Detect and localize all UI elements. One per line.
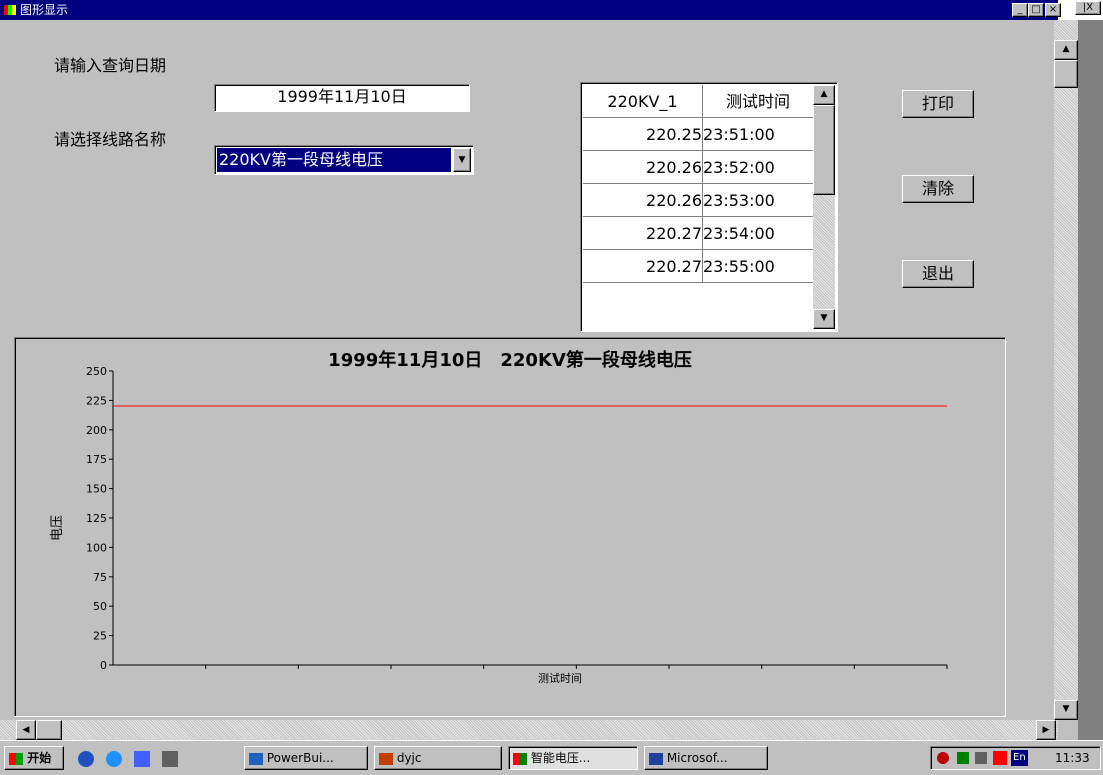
date-label: 请输入查询日期 — [54, 56, 167, 75]
table-row[interactable]: 220.27 23:55:00 — [583, 250, 813, 283]
tray-volume-icon[interactable] — [975, 752, 987, 764]
tray-k-icon[interactable] — [993, 751, 1007, 765]
table-row[interactable]: 220.26 23:53:00 — [583, 184, 813, 217]
line-dropdown[interactable]: 220KV第一段母线电压 ▼ — [214, 145, 474, 175]
y-tick-label: 225 — [86, 394, 107, 407]
task-smart-voltage[interactable]: 智能电压... — [508, 746, 638, 770]
date-value: 1999年11月10日 — [277, 87, 407, 106]
grid-scroll-down-icon[interactable]: ▼ — [813, 309, 835, 329]
y-tick-label: 50 — [93, 600, 107, 613]
clock: 11:33 — [1055, 751, 1090, 765]
chart-title: 1999年11月10日 220KV第一段母线电压 — [328, 349, 692, 371]
tray-speaker-icon[interactable] — [957, 752, 969, 764]
print-button[interactable]: 打印 — [902, 90, 974, 118]
y-tick-label: 150 — [86, 483, 107, 496]
line-selected-value: 220KV第一段母线电压 — [217, 148, 451, 172]
word-icon — [649, 752, 663, 765]
y-tick-label: 175 — [86, 453, 107, 466]
table-row[interactable]: 220.25 23:51:00 — [583, 118, 813, 151]
line-label: 请选择线路名称 — [54, 130, 167, 149]
y-tick-label: 100 — [86, 541, 107, 554]
tray-network-icon[interactable] — [937, 752, 949, 764]
cell-time: 23:51:00 — [703, 118, 813, 151]
y-tick-label: 200 — [86, 424, 107, 437]
background-window-edge — [1078, 20, 1103, 740]
cell-time: 23:55:00 — [703, 250, 813, 283]
window-title: 图形显示 — [20, 3, 69, 17]
maximize-button[interactable]: □ — [1028, 3, 1044, 17]
windows-logo-icon — [9, 752, 23, 765]
table-row[interactable]: 220.26 23:52:00 — [583, 151, 813, 184]
exit-button[interactable]: 退出 — [902, 260, 974, 288]
outer-close-button[interactable]: |X — [1075, 1, 1101, 15]
ie-icon[interactable] — [106, 751, 122, 767]
y-tick-label: 0 — [100, 659, 107, 672]
dyjc-icon — [379, 752, 393, 765]
scroll-corner — [1058, 720, 1078, 740]
data-grid[interactable]: 220KV_1 测试时间 220.25 23:51:00 220.26 23:5… — [580, 82, 838, 332]
cell-time: 23:52:00 — [703, 151, 813, 184]
vscroll-down-icon[interactable]: ▼ — [1054, 700, 1078, 720]
voltage-chart: 1999年11月10日 220KV第一段母线电压 0 25 50 75 100 125 150… — [50, 349, 948, 685]
outlook-icon[interactable] — [78, 751, 94, 767]
desktop-icon[interactable] — [162, 751, 178, 767]
dropdown-arrow-icon[interactable]: ▼ — [453, 148, 471, 172]
system-tray: En 11:33 — [930, 746, 1101, 770]
task-dyjc[interactable]: dyjc — [374, 746, 502, 770]
table-row[interactable]: 220.27 23:54:00 — [583, 217, 813, 250]
grid-scrollbar[interactable]: ▲ ▼ — [813, 85, 835, 329]
cell-voltage: 220.26 — [583, 184, 703, 217]
quick-launch — [72, 749, 230, 769]
window-title-bar: 图形显示 _ □ × — [0, 0, 1061, 20]
cell-voltage: 220.27 — [583, 250, 703, 283]
hscroll-left-icon[interactable]: ◀ — [16, 720, 36, 740]
smart-voltage-icon — [513, 752, 527, 765]
start-button[interactable]: 开始 — [4, 746, 64, 770]
task-microsoft[interactable]: Microsof... — [644, 746, 768, 770]
clear-button[interactable]: 清除 — [902, 175, 974, 203]
tray-en-indicator[interactable]: En — [1011, 750, 1028, 766]
grid-scroll-thumb[interactable] — [813, 105, 835, 195]
cell-voltage: 220.27 — [583, 217, 703, 250]
chart-panel: 1999年11月10日 220KV第一段母线电压 0 25 50 75 100 125 150… — [14, 337, 1006, 717]
cell-voltage: 220.26 — [583, 151, 703, 184]
powerbuilder-icon — [249, 752, 263, 765]
minimize-button[interactable]: _ — [1012, 3, 1028, 17]
task-powerbuilder[interactable]: PowerBui... — [244, 746, 368, 770]
close-button[interactable]: × — [1045, 3, 1061, 17]
grid-header-voltage[interactable]: 220KV_1 — [583, 85, 703, 118]
x-axis-label: 测试时间 — [538, 672, 582, 685]
vscroll-up-icon[interactable]: ▲ — [1054, 40, 1078, 60]
grid-scroll-up-icon[interactable]: ▲ — [813, 85, 835, 105]
y-tick-label: 75 — [93, 571, 107, 584]
grid-header-time[interactable]: 测试时间 — [703, 85, 813, 118]
channels-icon[interactable] — [134, 751, 150, 767]
cell-time: 23:53:00 — [703, 184, 813, 217]
client-area: 请输入查询日期 1999年11月10日 请选择线路名称 220KV第一段母线电压… — [0, 20, 1074, 720]
cell-voltage: 220.25 — [583, 118, 703, 151]
window-vscrollbar[interactable]: ▲ ▼ — [1054, 20, 1078, 720]
taskbar: 开始 PowerBui... dyjc 智能电压... Microsof... … — [0, 740, 1103, 775]
date-input[interactable]: 1999年11月10日 — [214, 84, 470, 112]
vscroll-thumb[interactable] — [1054, 60, 1078, 88]
cell-time: 23:54:00 — [703, 217, 813, 250]
app-icon — [4, 5, 16, 15]
window-hscrollbar[interactable]: ◀ ▶ — [0, 720, 1058, 740]
y-axis-label: 电压 — [50, 515, 65, 541]
y-tick-label: 250 — [86, 365, 107, 378]
y-tick-label: 25 — [93, 630, 107, 643]
hscroll-right-icon[interactable]: ▶ — [1036, 720, 1056, 740]
y-tick-label: 125 — [86, 512, 107, 525]
hscroll-thumb[interactable] — [36, 720, 62, 740]
